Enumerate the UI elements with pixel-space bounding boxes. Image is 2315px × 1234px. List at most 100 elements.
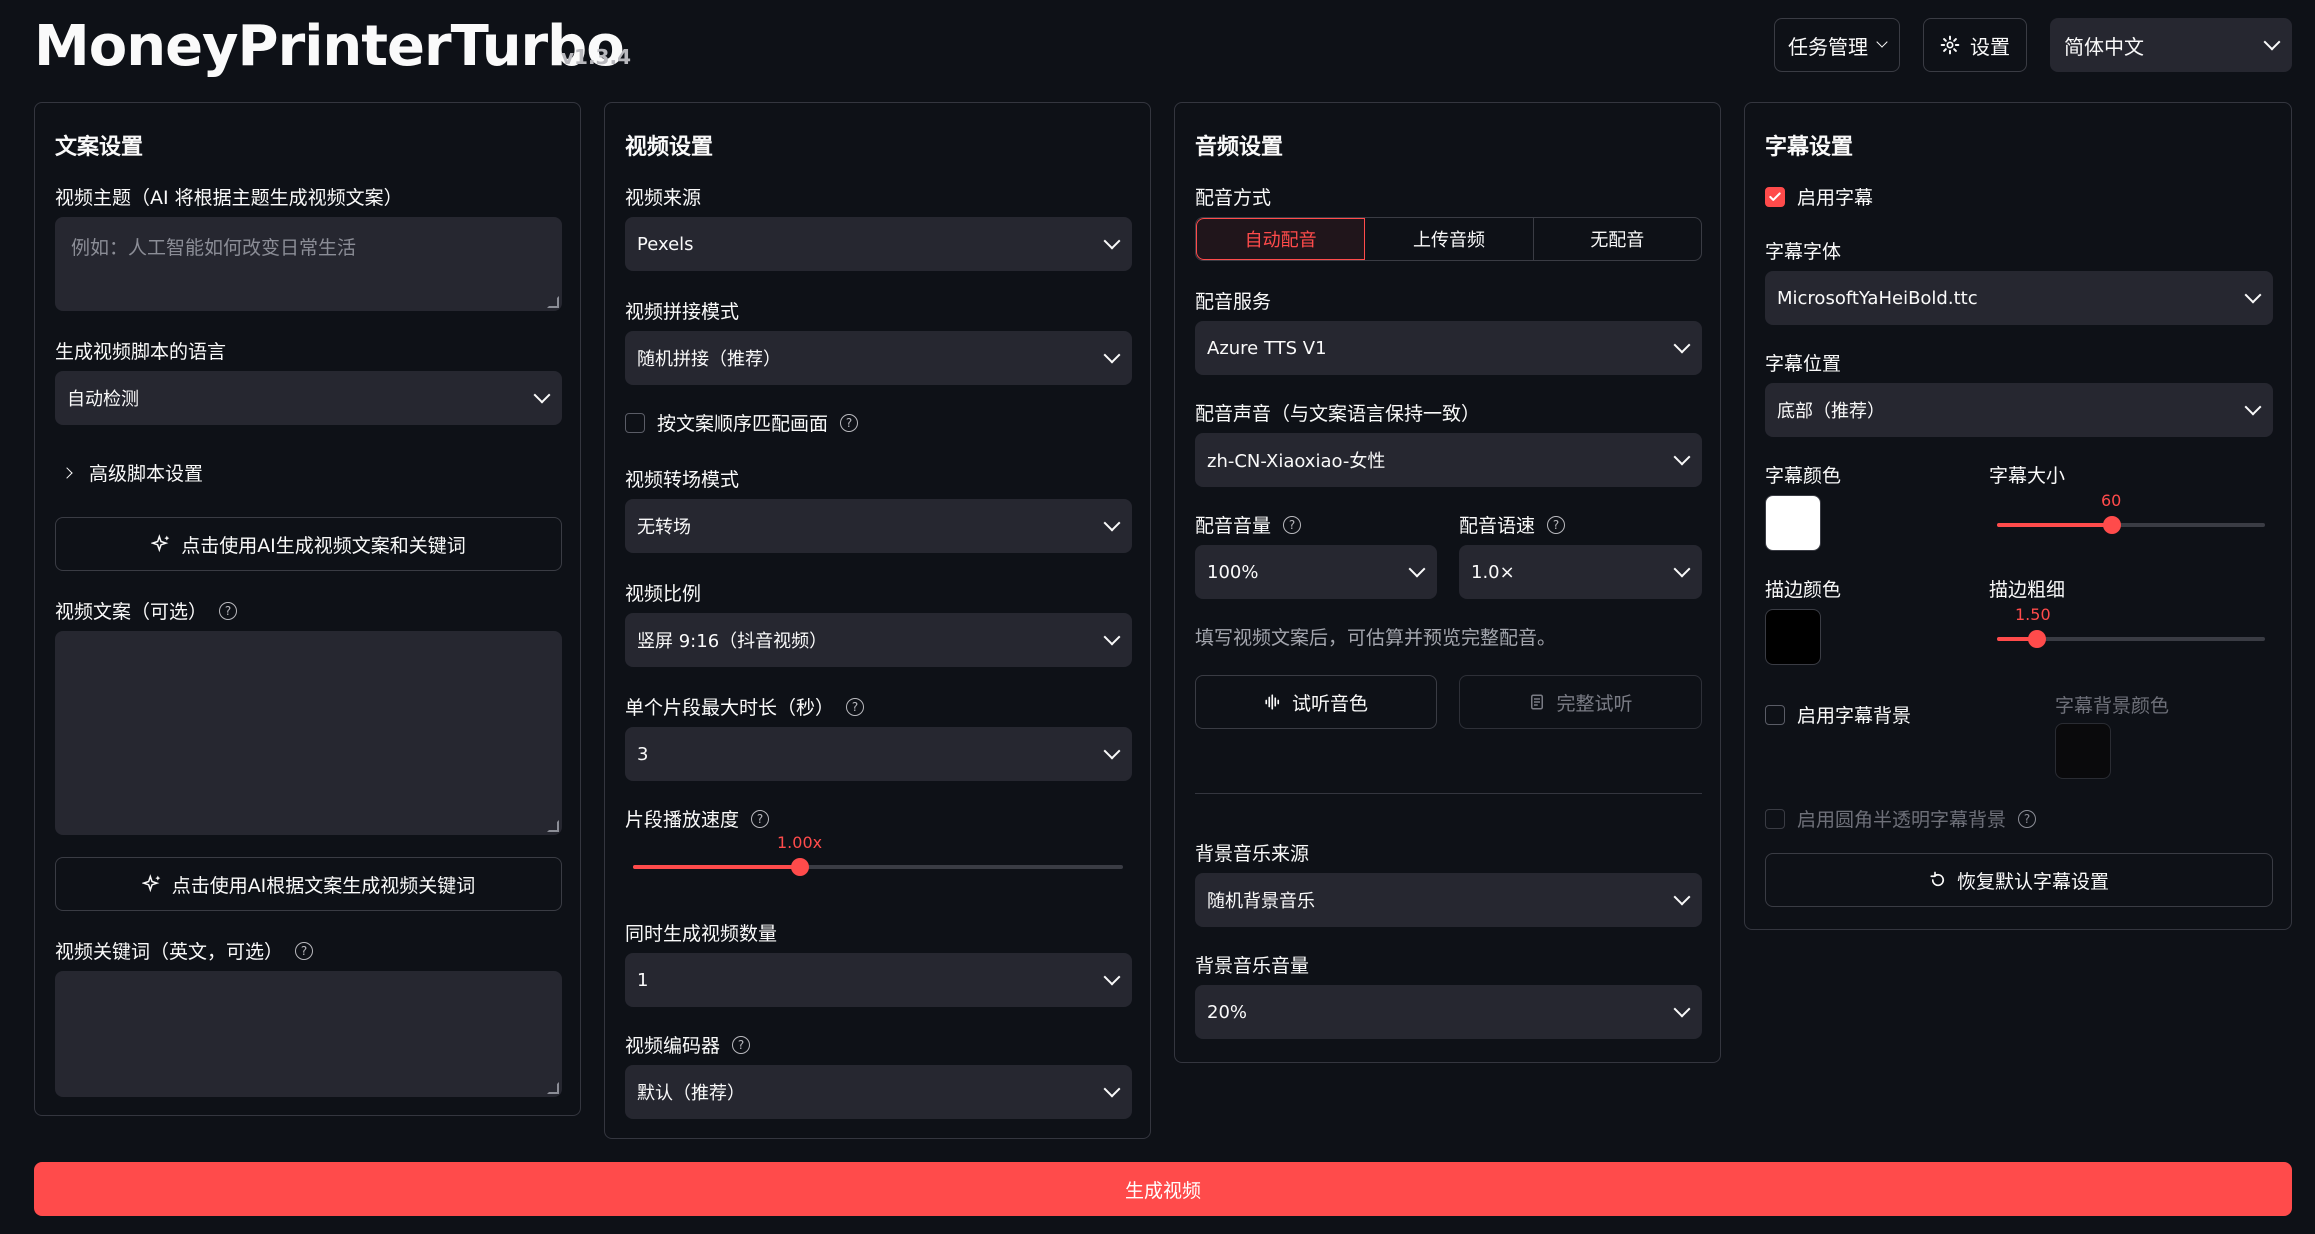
stroke-color-label: 描边颜色 <box>1765 579 1842 601</box>
select-value: 竖屏 9:16（抖音视频） <box>637 631 828 652</box>
reset-subtitle-button[interactable]: 恢复默认字幕设置 <box>1765 853 2273 907</box>
aspect-select[interactable]: 竖屏 9:16（抖音视频） <box>625 613 1132 667</box>
stroke-color-swatch[interactable] <box>1765 609 1821 665</box>
rounded-bg-row[interactable]: 启用圆角半透明字幕背景 ? <box>1765 805 2037 832</box>
document-icon <box>1531 694 1544 710</box>
speed-slider[interactable] <box>633 858 1123 876</box>
task-manager-button[interactable]: 任务管理 <box>1774 18 1900 72</box>
rounded-bg-checkbox[interactable] <box>1765 808 1785 829</box>
clip-duration-select[interactable]: 3 <box>625 727 1132 781</box>
enable-subtitle-row[interactable]: 启用字幕 <box>1765 183 1873 210</box>
dub-note: 填写视频文案后，可估算并预览完整配音。 <box>1195 627 1557 649</box>
help-icon[interactable]: ? <box>840 413 859 432</box>
terms-textarea[interactable] <box>55 971 562 1097</box>
task-manager-label: 任务管理 <box>1788 34 1868 59</box>
gear-icon <box>1940 35 1960 55</box>
codec-label: 视频编码器? <box>625 1031 751 1058</box>
voice-select[interactable]: zh-CN-Xiaoxiao-女性 <box>1195 433 1702 487</box>
preview-voice-button[interactable]: 试听音色 <box>1195 675 1437 729</box>
header: MoneyPrinterTurbo v1.3.4 任务管理 设置 简体中文 <box>34 12 2292 82</box>
settings-button[interactable]: 设置 <box>1923 18 2027 72</box>
help-icon[interactable]: ? <box>751 809 770 828</box>
waveform-icon <box>1265 694 1280 710</box>
font-select[interactable]: MicrosoftYaHeiBold.ttc <box>1765 271 2273 325</box>
app-title: MoneyPrinterTurbo <box>34 14 625 79</box>
text-color-swatch[interactable] <box>1765 495 1821 551</box>
select-value: 100% <box>1207 561 1259 583</box>
bg-color-swatch[interactable] <box>2055 723 2111 779</box>
label-text: 单个片段最大时长（秒） <box>625 697 835 719</box>
help-icon[interactable]: ? <box>732 1035 751 1054</box>
help-icon[interactable]: ? <box>1283 515 1302 534</box>
script-label: 视频文案（可选）? <box>55 597 238 624</box>
dub-mode-auto[interactable]: 自动配音 <box>1196 218 1366 260</box>
chevron-down-icon <box>1876 36 1888 48</box>
transition-label: 视频转场模式 <box>625 469 740 491</box>
panel-title: 视频设置 <box>625 135 714 160</box>
chevron-down-icon <box>1673 560 1691 578</box>
select-value: Azure TTS V1 <box>1207 337 1327 359</box>
codec-select[interactable]: 默认（推荐） <box>625 1065 1132 1119</box>
chevron-down-icon <box>1103 968 1121 986</box>
transition-select[interactable]: 无转场 <box>625 499 1132 553</box>
panel-title: 字幕设置 <box>1765 135 1854 160</box>
volume-label: 配音音量? <box>1195 511 1302 538</box>
bgm-source-select[interactable]: 随机背景音乐 <box>1195 873 1702 927</box>
button-label: 完整试听 <box>1556 692 1633 715</box>
chevron-down-icon <box>2244 286 2262 304</box>
chevron-down-icon <box>1103 628 1121 646</box>
checkbox-label: 启用字幕背景 <box>1797 705 1912 727</box>
chevron-down-icon <box>1103 346 1121 364</box>
select-value: 随机拼接（推荐） <box>637 349 781 370</box>
size-slider[interactable] <box>1997 516 2265 534</box>
bgm-volume-select[interactable]: 20% <box>1195 985 1702 1039</box>
advanced-script-expander[interactable]: 高级脚本设置 <box>61 459 203 486</box>
select-value: Pexels <box>637 233 694 255</box>
slider-thumb[interactable] <box>2028 630 2047 648</box>
rate-select[interactable]: 1.0× <box>1459 545 1702 599</box>
chevron-down-icon <box>1103 514 1121 532</box>
enable-subtitle-checkbox[interactable] <box>1765 186 1785 207</box>
size-label: 字幕大小 <box>1989 465 2066 487</box>
stroke-slider[interactable] <box>1997 630 2265 648</box>
panel-title: 音频设置 <box>1195 135 1284 160</box>
generate-terms-button[interactable]: 点击使用AI根据文案生成视频关键词 <box>55 857 562 911</box>
concat-mode-select[interactable]: 随机拼接（推荐） <box>625 331 1132 385</box>
enable-bg-checkbox[interactable] <box>1765 704 1785 725</box>
full-preview-button[interactable]: 完整试听 <box>1459 675 1702 729</box>
chevron-down-icon <box>2244 398 2262 416</box>
generate-script-button[interactable]: 点击使用AI生成视频文案和关键词 <box>55 517 562 571</box>
help-icon[interactable]: ? <box>295 941 314 960</box>
slider-thumb[interactable] <box>2103 516 2122 534</box>
enable-bg-row[interactable]: 启用字幕背景 <box>1765 701 1911 728</box>
button-label: 点击使用AI生成视频文案和关键词 <box>181 534 466 557</box>
match-order-checkbox[interactable] <box>625 412 645 433</box>
dub-mode-none[interactable]: 无配音 <box>1534 218 1701 260</box>
help-icon[interactable]: ? <box>1547 515 1566 534</box>
generate-video-button[interactable]: 生成视频 <box>34 1162 2292 1216</box>
label-text: 配音语速 <box>1459 515 1536 537</box>
help-icon[interactable]: ? <box>2018 809 2037 828</box>
script-textarea[interactable] <box>55 631 562 835</box>
help-icon[interactable]: ? <box>219 601 238 620</box>
label-text: 视频关键词（英文，可选） <box>55 941 284 963</box>
aspect-label: 视频比例 <box>625 583 702 605</box>
tts-service-select[interactable]: Azure TTS V1 <box>1195 321 1702 375</box>
match-order-checkbox-row[interactable]: 按文案顺序匹配画面 ? <box>625 409 859 436</box>
subject-input[interactable]: 例如：人工智能如何改变日常生活 <box>55 217 562 311</box>
script-settings-panel: 文案设置 视频主题（AI 将根据主题生成视频文案） 例如：人工智能如何改变日常生… <box>34 102 581 1116</box>
dub-mode-upload[interactable]: 上传音频 <box>1365 218 1534 260</box>
volume-select[interactable]: 100% <box>1195 545 1437 599</box>
help-icon[interactable]: ? <box>846 697 865 716</box>
chevron-down-icon <box>1673 1000 1691 1018</box>
reset-icon <box>1930 871 1945 887</box>
script-language-select[interactable]: 自动检测 <box>55 371 562 425</box>
slider-thumb[interactable] <box>790 858 809 876</box>
language-select[interactable]: 简体中文 <box>2050 18 2292 72</box>
position-select[interactable]: 底部（推荐） <box>1765 383 2273 437</box>
video-source-select[interactable]: Pexels <box>625 217 1132 271</box>
sparkle-icon <box>141 874 161 893</box>
video-count-label: 同时生成视频数量 <box>625 923 778 945</box>
chevron-down-icon <box>2263 33 2281 51</box>
video-count-select[interactable]: 1 <box>625 953 1132 1007</box>
